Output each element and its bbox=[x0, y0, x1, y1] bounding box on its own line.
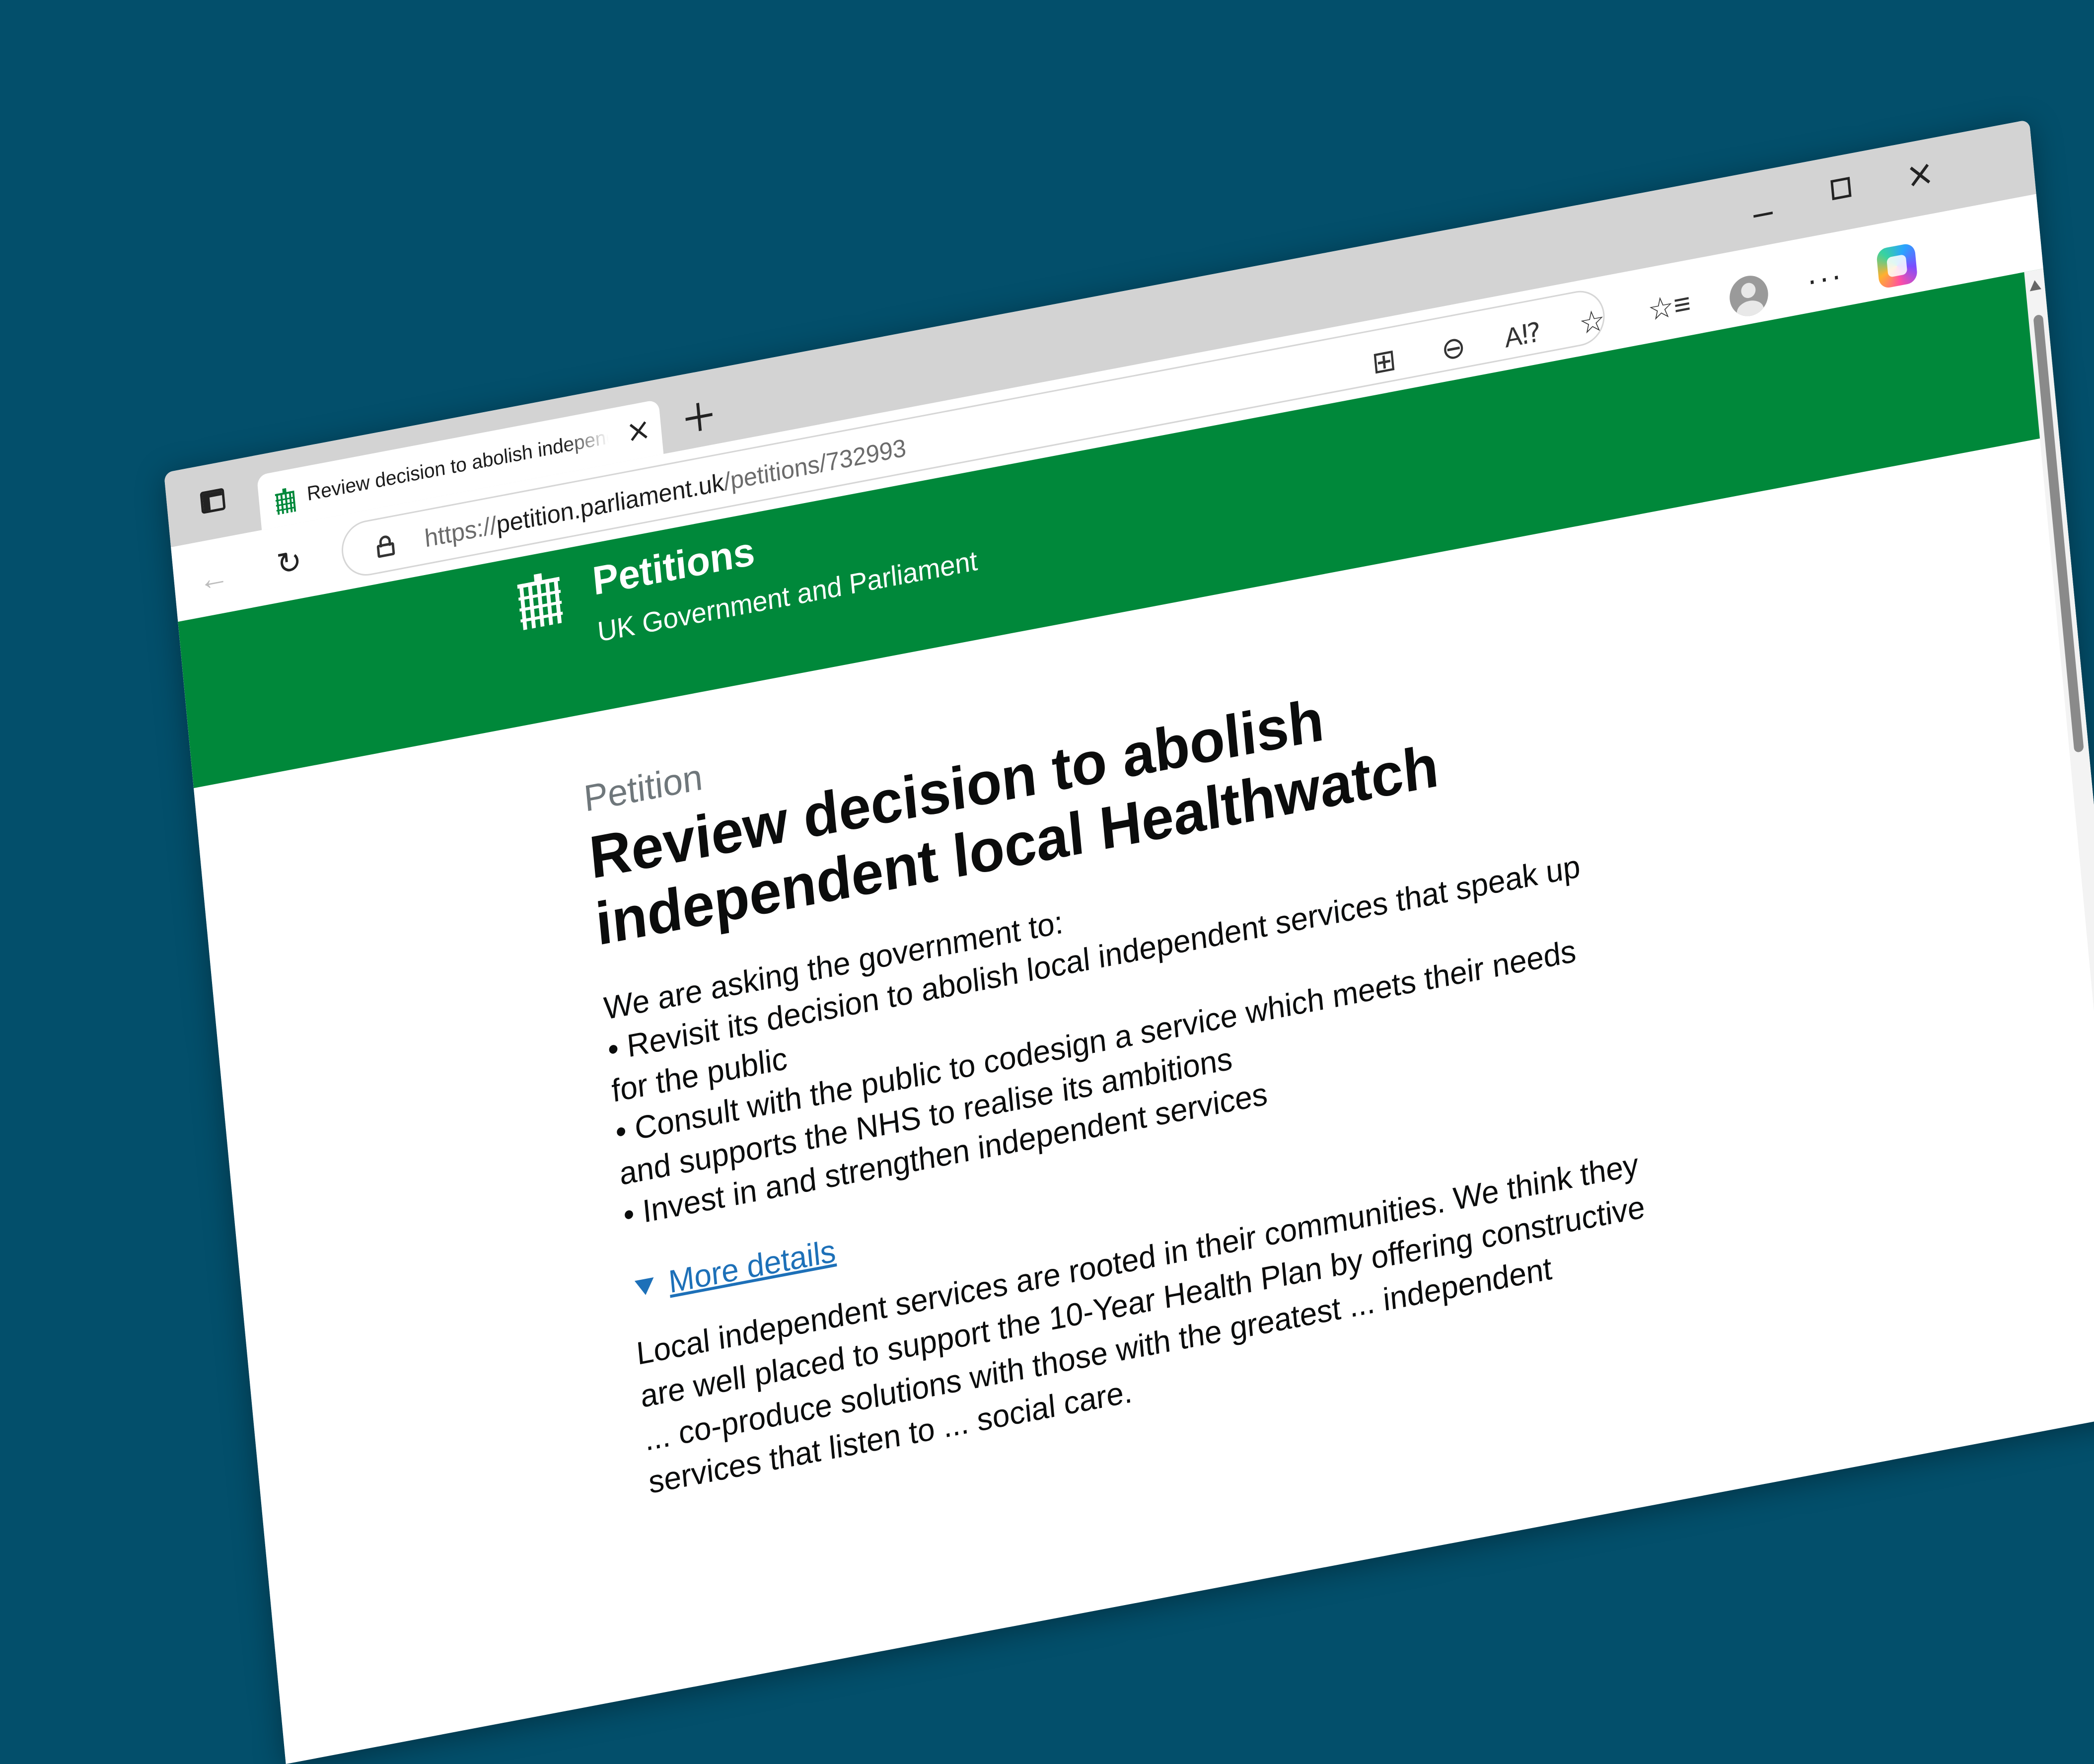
more-details-link[interactable]: More details bbox=[667, 1233, 837, 1300]
grid-icon[interactable]: ⊞ bbox=[1363, 338, 1405, 385]
copilot-icon[interactable] bbox=[1876, 242, 1918, 290]
portcullis-logo-icon[interactable] bbox=[514, 570, 566, 633]
expand-triangle-icon bbox=[634, 1277, 655, 1297]
zoom-out-icon[interactable]: ⊖ bbox=[1433, 325, 1475, 372]
back-icon[interactable]: ← bbox=[197, 557, 230, 598]
petition-content: Petition Review decision to abolish inde… bbox=[582, 588, 1655, 1504]
lock-icon[interactable] bbox=[376, 534, 395, 557]
portcullis-icon bbox=[275, 488, 296, 515]
sidebar-toggle-icon[interactable] bbox=[200, 488, 226, 514]
url-scheme: https:// bbox=[423, 511, 498, 553]
maximize-button[interactable] bbox=[1817, 163, 1865, 216]
browser-window: Review decision to abolish independent l… bbox=[164, 119, 2094, 1764]
new-tab-button[interactable] bbox=[683, 399, 715, 435]
profile-avatar[interactable] bbox=[1728, 272, 1770, 320]
url-path: /petitions/732993 bbox=[722, 434, 908, 496]
reload-icon[interactable]: ↻ bbox=[274, 543, 305, 582]
minimize-button[interactable] bbox=[1738, 178, 1786, 231]
favorites-list-icon[interactable]: ☆≡ bbox=[1646, 284, 1692, 331]
more-icon[interactable]: ··· bbox=[1804, 254, 1846, 301]
close-window-button[interactable] bbox=[1896, 148, 1944, 201]
favorite-star-icon[interactable]: ☆ bbox=[1571, 298, 1613, 346]
read-aloud-icon[interactable]: A⁉ bbox=[1502, 312, 1544, 359]
scroll-up-icon[interactable] bbox=[2028, 279, 2041, 292]
tab-close-icon[interactable] bbox=[624, 415, 653, 448]
